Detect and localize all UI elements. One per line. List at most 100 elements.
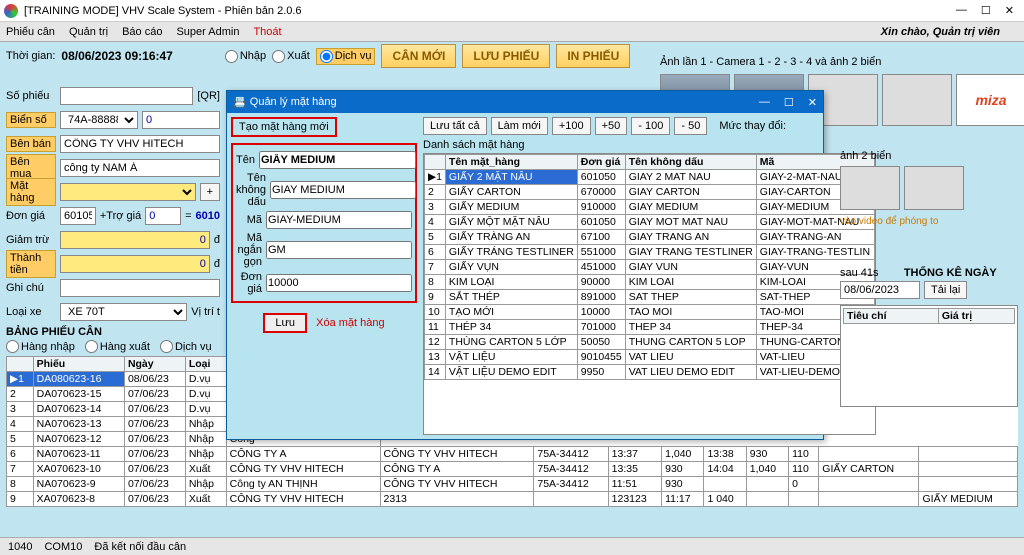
minus50-button[interactable]: - 50: [674, 117, 707, 135]
tab-hangnhap[interactable]: Hàng nhập: [6, 340, 75, 353]
menu-quantri[interactable]: Quản trị: [69, 26, 108, 38]
status-com: COM10: [44, 541, 82, 553]
table-row[interactable]: 10TẠO MỚI10000TAO MOITAO-MOI: [425, 305, 875, 320]
canmoi-button[interactable]: CÂN MỚI: [381, 44, 456, 68]
dongia-input[interactable]: [60, 207, 96, 225]
luutatca-button[interactable]: Lưu tất cả: [423, 117, 487, 135]
app-logo-icon: [4, 4, 18, 18]
luuphieu-button[interactable]: LƯU PHIẾU: [462, 44, 550, 68]
ghichu-label: Ghi chú: [6, 282, 56, 294]
radio-dichvu[interactable]: Dịch vụ: [316, 48, 376, 65]
ma-input[interactable]: [266, 211, 412, 229]
sophieu-input[interactable]: [60, 87, 193, 105]
cam-thumb-miza[interactable]: miza: [956, 74, 1024, 126]
table-row[interactable]: 7XA070623-1007/06/23XuấtCÔNG TY VHV HITE…: [7, 462, 1018, 477]
anh2bien-label: ảnh 2 biển: [840, 150, 1018, 162]
thanhtien-label: Thành tiền: [6, 250, 56, 278]
table-row[interactable]: 7GIẤY VỤN451000GIAY VUNGIAY-VUN: [425, 260, 875, 275]
plus50-button[interactable]: +50: [595, 117, 628, 135]
mang-input[interactable]: [266, 241, 412, 259]
mathang-input[interactable]: [60, 183, 196, 201]
table-row[interactable]: 11THÉP 34701000THEP 34THEP-34: [425, 320, 875, 335]
table-row[interactable]: 13VẬT LIỆU9010455VAT LIEUVAT-LIEU: [425, 350, 875, 365]
benban-input[interactable]: [60, 135, 220, 153]
table-row[interactable]: ▶1GIẤY 2 MẶT NÂU601050GIAY 2 MAT NAUGIAY…: [425, 170, 875, 185]
table-row[interactable]: 9XA070623-807/06/23XuấtCÔNG TY VHV HITEC…: [7, 492, 1018, 507]
table-row[interactable]: 12THÙNG CARTON 5 LỚP50050THUNG CARTON 5 …: [425, 335, 875, 350]
table-row[interactable]: 5GIẤY TRÀNG AN67100GIAY TRANG ANGIAY-TRA…: [425, 230, 875, 245]
loaixe-label: Loại xe: [6, 306, 56, 318]
list-label: Danh sách mặt hàng: [423, 139, 876, 151]
lammoi-button[interactable]: Làm mới: [491, 117, 548, 135]
stat-date-input[interactable]: [840, 281, 920, 299]
table-row[interactable]: 9SẮT THÉP891000SAT THEPSAT-THEP: [425, 290, 875, 305]
table-row[interactable]: 3GIẤY MEDIUM910000GIAY MEDIUMGIAY-MEDIUM: [425, 200, 875, 215]
radio-nhap[interactable]: Nhập: [225, 50, 266, 63]
close-icon[interactable]: ✕: [1005, 4, 1014, 17]
plate-thumb-1[interactable]: [840, 166, 900, 210]
time-value: 08/06/2023 09:16:47: [61, 49, 172, 63]
titlebar: [TRAINING MODE] VHV Scale System - Phiên…: [0, 0, 1024, 22]
dialog-title: Quản lý mặt hàng: [250, 96, 337, 108]
d-dongia-input[interactable]: [266, 274, 412, 292]
tab-dichvu[interactable]: Dịch vụ: [160, 340, 212, 353]
create-product-label: Tạo mặt hàng mới: [231, 117, 337, 137]
menu-thoat[interactable]: Thoát: [253, 26, 281, 38]
cam-thumb-4[interactable]: [882, 74, 952, 126]
table-row[interactable]: 4GIẤY MỘT MẶT NÂU601050GIAY MOT MAT NAUG…: [425, 215, 875, 230]
inphieu-button[interactable]: IN PHIẾU: [556, 44, 630, 68]
minimize-icon[interactable]: —: [956, 4, 967, 17]
status-msg: Đã kết nối đầu cân: [94, 541, 186, 553]
table-row[interactable]: 6NA070623-1107/06/23NhậpCÔNG TY ACÔNG TY…: [7, 447, 1018, 462]
video-caption: vào video để phóng to: [840, 216, 1018, 227]
bienso-label: Biển số: [6, 112, 56, 128]
camera-label: Ảnh lần 1 - Camera 1 - 2 - 3 - 4 và ảnh …: [660, 56, 881, 68]
qr-label[interactable]: [QR]: [197, 90, 220, 102]
tab-hangxuat[interactable]: Hàng xuất: [85, 340, 150, 353]
benban-label: Bên bán: [6, 136, 56, 152]
table-row[interactable]: 8NA070623-907/06/23NhậpCông ty AN THỊNHC…: [7, 477, 1018, 492]
thanhtien-input[interactable]: [60, 255, 210, 273]
minus100-button[interactable]: - 100: [631, 117, 670, 135]
dongia-label: Đơn giá: [6, 210, 56, 222]
bang-title: BẢNG PHIẾU CÂN: [6, 326, 212, 338]
time-label: Thời gian:: [6, 50, 55, 62]
stat-box: Tiêu chíGiá trị: [840, 305, 1018, 407]
maximize-icon[interactable]: ☐: [981, 4, 991, 17]
benmua-input[interactable]: [60, 159, 220, 177]
window-title: [TRAINING MODE] VHV Scale System - Phiên…: [24, 5, 302, 17]
plus100-button[interactable]: +100: [552, 117, 591, 135]
tenkd-input[interactable]: [270, 181, 416, 199]
table-row[interactable]: 14VẬT LIỆU DEMO EDIT9950VAT LIEU DEMO ED…: [425, 365, 875, 380]
xoa-link[interactable]: Xóa mặt hàng: [316, 317, 385, 329]
thongke-label: THỐNG KÊ NGÀY: [883, 267, 1018, 279]
loaixe-input[interactable]: XE 70T: [60, 303, 187, 321]
sau-label: sau 41s: [840, 267, 879, 279]
bienso-input[interactable]: 74A-88888: [60, 111, 138, 129]
dialog-minimize-icon[interactable]: —: [759, 96, 770, 109]
welcome-text: Xin chào, Quản trị viên: [881, 26, 1018, 38]
bienso-zero[interactable]: [142, 111, 220, 129]
giamtru-label: Giảm trừ: [6, 234, 56, 246]
table-row[interactable]: 2GIẤY CARTON670000GIAY CARTONGIAY-CARTON: [425, 185, 875, 200]
mathang-add-button[interactable]: +: [200, 183, 220, 201]
dialog-maximize-icon[interactable]: ☐: [784, 96, 794, 109]
tailai-button[interactable]: Tải lại: [924, 281, 967, 299]
radio-xuat[interactable]: Xuất: [272, 50, 310, 63]
plate-thumb-2[interactable]: [904, 166, 964, 210]
ghichu-input[interactable]: [60, 279, 220, 297]
dialog-icon: 📇: [233, 96, 247, 109]
dialog-close-icon[interactable]: ✕: [808, 96, 817, 109]
trogia-input[interactable]: [145, 207, 181, 225]
form-area: Số phiếu[QR] Biển số74A-88888 Bên bán Bê…: [6, 86, 220, 326]
menu-superadmin[interactable]: Super Admin: [176, 26, 239, 38]
menu-phieucan[interactable]: Phiếu cân: [6, 26, 55, 38]
ten-input[interactable]: [259, 151, 416, 169]
table-row[interactable]: 6GIẤY TRÁNG TESTLINER551000GIAY TRANG TE…: [425, 245, 875, 260]
luu-button[interactable]: Lưu: [263, 313, 307, 333]
giamtru-input[interactable]: [60, 231, 210, 249]
table-row[interactable]: 8KIM LOẠI90000KIM LOAIKIM-LOAI: [425, 275, 875, 290]
product-grid[interactable]: Tên mặt_hàngĐơn giáTên không dấuMã▶1GIẤY…: [423, 153, 876, 435]
menu-baocao[interactable]: Báo cáo: [122, 26, 162, 38]
statusbar: 1040 COM10 Đã kết nối đầu cân: [0, 537, 1024, 555]
